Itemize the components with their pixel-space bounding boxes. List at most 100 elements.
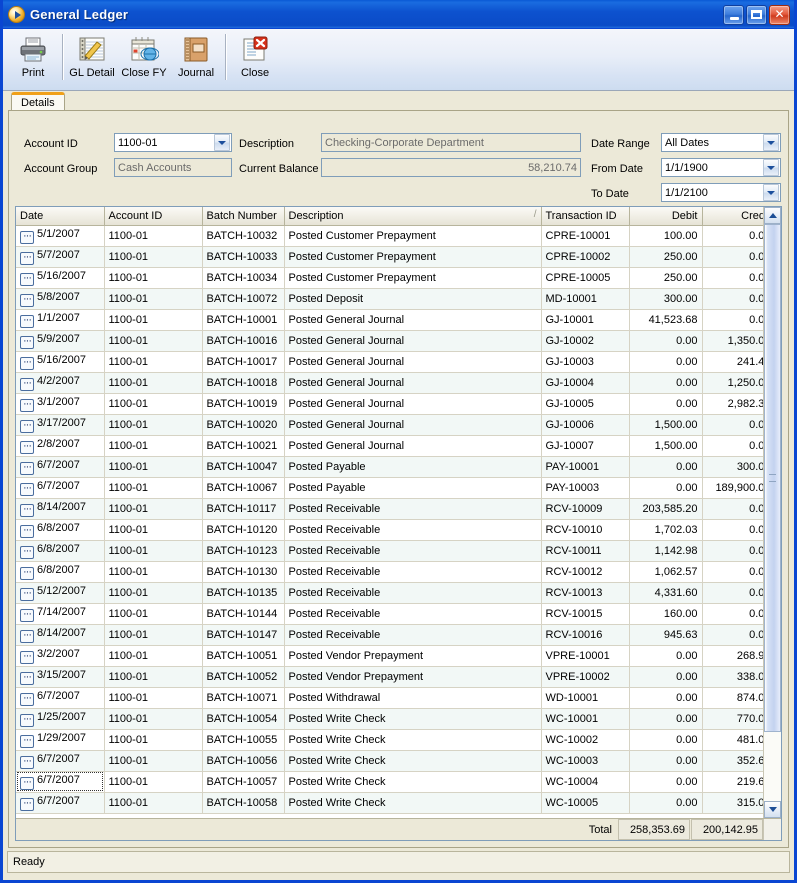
row-detail-icon[interactable]: ··· [20,356,34,370]
row-detail-icon[interactable]: ··· [20,545,34,559]
table-row[interactable]: ··· 2/8/2007 1100-01 BATCH-10021 Posted Gene… [16,435,763,457]
print-button[interactable]: Print [7,32,59,84]
scrollbar-track[interactable] [764,224,781,801]
row-detail-icon[interactable]: ··· [20,587,34,601]
cell-transaction_id: MD-10001 [541,288,630,310]
table-row[interactable]: ··· 6/7/2007 1100-01 BATCH-10058 Posted Writ… [16,792,763,814]
row-detail-icon[interactable]: ··· [20,566,34,580]
table-row[interactable]: ··· 8/14/2007 1100-01 BATCH-10117 Posted Rec… [16,498,763,520]
row-detail-icon[interactable]: ··· [20,335,34,349]
cell-date: ··· 6/7/2007 [16,750,105,772]
row-detail-icon[interactable]: ··· [20,272,34,286]
row-detail-icon[interactable]: ··· [20,713,34,727]
table-row[interactable]: ··· 5/16/2007 1100-01 BATCH-10017 Posted Gen… [16,351,763,373]
account-id-combo[interactable]: 1100-01 [114,133,232,152]
cell-date: ··· 1/1/2007 [16,309,105,331]
tab-details[interactable]: Details [11,92,65,110]
close-document-icon [238,34,272,66]
table-row[interactable]: ··· 6/7/2007 1100-01 BATCH-10056 Posted Writ… [16,750,763,772]
table-row[interactable]: ··· 4/2/2007 1100-01 BATCH-10018 Posted Gene… [16,372,763,394]
table-row[interactable]: ··· 3/2/2007 1100-01 BATCH-10051 Posted Vend… [16,645,763,667]
cell-description: Posted Receivable [284,540,542,562]
row-detail-icon[interactable]: ··· [20,503,34,517]
cell-debit: 1,142.98 [629,540,703,562]
row-detail-icon[interactable]: ··· [20,419,34,433]
table-row[interactable]: ··· 6/7/2007 1100-01 BATCH-10047 Posted Paya… [16,456,763,478]
chevron-down-icon[interactable] [763,134,779,151]
table-row[interactable]: ··· 7/14/2007 1100-01 BATCH-10144 Posted Rec… [16,603,763,625]
row-detail-icon[interactable]: ··· [20,650,34,664]
table-row[interactable]: ··· 8/14/2007 1100-01 BATCH-10147 Posted Rec… [16,624,763,646]
col-header-description[interactable]: Description / [284,207,542,226]
gl-detail-button[interactable]: GL Detail [66,32,118,84]
table-row[interactable]: ··· 1/29/2007 1100-01 BATCH-10055 Posted Wri… [16,729,763,751]
table-row[interactable]: ··· 6/8/2007 1100-01 BATCH-10130 Posted Rece… [16,561,763,583]
table-row[interactable]: ··· 3/17/2007 1100-01 BATCH-10020 Posted Gen… [16,414,763,436]
row-detail-icon[interactable]: ··· [20,671,34,685]
close-button[interactable]: ✕ [769,4,790,25]
journal-button[interactable]: Journal [170,32,222,84]
table-row[interactable]: ··· 5/16/2007 1100-01 BATCH-10034 Posted Cus… [16,267,763,289]
cell-account_id: 1100-01 [104,792,203,814]
table-row[interactable]: ··· 1/1/2007 1100-01 BATCH-10001 Posted Gene… [16,309,763,331]
row-detail-icon[interactable]: ··· [20,398,34,412]
row-detail-icon[interactable]: ··· [20,230,34,244]
row-detail-icon[interactable]: ··· [20,377,34,391]
cell-credit: 0.00 [702,561,763,583]
total-credit: 200,142.95 [691,819,763,840]
table-row[interactable]: ··· 6/7/2007 1100-01 BATCH-10067 Posted Paya… [16,477,763,499]
chevron-down-icon[interactable] [214,134,230,151]
cell-date-text: 1/25/2007 [37,710,86,723]
row-detail-icon[interactable]: ··· [20,797,34,811]
vertical-scrollbar[interactable] [763,207,781,818]
from-date-combo[interactable]: 1/1/1900 [661,158,781,177]
table-row[interactable]: ··· 3/15/2007 1100-01 BATCH-10052 Posted Ven… [16,666,763,688]
minimize-button[interactable] [723,4,744,25]
col-header-transaction-id[interactable]: Transaction ID [541,207,630,226]
close-fy-button[interactable]: Close FY [118,32,170,84]
col-header-credit[interactable]: Credit [702,207,763,226]
table-row[interactable]: ··· 6/8/2007 1100-01 BATCH-10123 Posted Rece… [16,540,763,562]
table-row[interactable]: ··· 5/1/2007 1100-01 BATCH-10032 Posted Cust… [16,225,763,247]
row-detail-icon[interactable]: ··· [20,251,34,265]
table-row[interactable]: ··· 5/8/2007 1100-01 BATCH-10072 Posted Depo… [16,288,763,310]
col-header-account-id[interactable]: Account ID [104,207,203,226]
cell-date: ··· 5/1/2007 [16,225,105,247]
table-row[interactable]: ··· 5/7/2007 1100-01 BATCH-10033 Posted Cust… [16,246,763,268]
date-range-combo[interactable]: All Dates [661,133,781,152]
scrollbar-thumb[interactable] [764,224,781,732]
row-detail-icon[interactable]: ··· [20,293,34,307]
row-detail-icon[interactable]: ··· [20,692,34,706]
close-button-toolbar[interactable]: Close [229,32,281,84]
chevron-down-icon[interactable] [763,184,779,201]
row-detail-icon[interactable]: ··· [20,482,34,496]
row-detail-icon[interactable]: ··· [20,608,34,622]
row-detail-icon[interactable]: ··· [20,461,34,475]
table-row[interactable]: ··· 5/12/2007 1100-01 BATCH-10135 Posted Rec… [16,582,763,604]
maximize-button[interactable] [746,4,767,25]
scroll-up-button[interactable] [764,207,781,224]
table-row[interactable]: ··· 6/7/2007 1100-01 BATCH-10071 Posted With… [16,687,763,709]
col-header-batch-number[interactable]: Batch Number [202,207,285,226]
table-row[interactable]: ··· 3/1/2007 1100-01 BATCH-10019 Posted Gene… [16,393,763,415]
table-row[interactable]: ··· 6/8/2007 1100-01 BATCH-10120 Posted Rece… [16,519,763,541]
row-detail-icon[interactable]: ··· [20,314,34,328]
row-detail-icon[interactable]: ··· [20,776,34,790]
cell-credit: 300.00 [702,456,763,478]
col-header-debit[interactable]: Debit [629,207,703,226]
col-header-date[interactable]: Date [16,207,105,226]
scroll-down-button[interactable] [764,801,781,818]
table-row[interactable]: ··· 5/9/2007 1100-01 BATCH-10016 Posted Gene… [16,330,763,352]
row-detail-icon[interactable]: ··· [20,734,34,748]
chevron-down-icon[interactable] [763,159,779,176]
row-detail-icon[interactable]: ··· [20,440,34,454]
row-detail-icon[interactable]: ··· [20,629,34,643]
cell-date: ··· 3/2/2007 [16,645,105,667]
to-date-combo[interactable]: 1/1/2100 [661,183,781,202]
cell-date-text: 5/9/2007 [37,332,80,345]
cell-debit: 1,500.00 [629,435,703,457]
row-detail-icon[interactable]: ··· [20,755,34,769]
table-row[interactable]: ··· 6/7/2007 1100-01 BATCH-10057 Posted Writ… [16,771,763,793]
row-detail-icon[interactable]: ··· [20,524,34,538]
table-row[interactable]: ··· 1/25/2007 1100-01 BATCH-10054 Posted Wri… [16,708,763,730]
